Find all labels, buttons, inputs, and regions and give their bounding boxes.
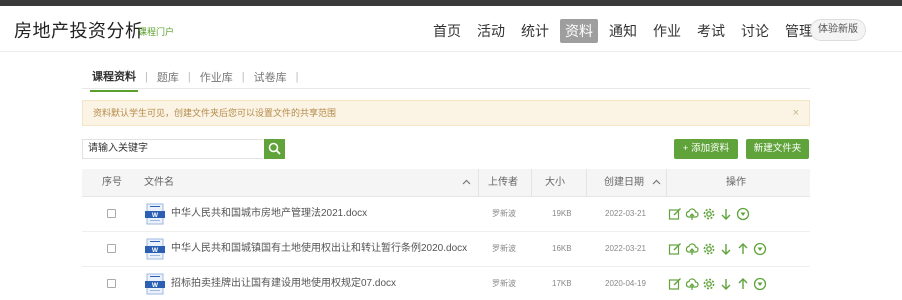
more-options-icon[interactable] — [753, 277, 767, 291]
more-options-icon[interactable] — [736, 207, 750, 221]
arrow-down-icon[interactable] — [719, 207, 733, 221]
gear-icon[interactable] — [702, 277, 716, 291]
col-index: 序号 — [102, 177, 122, 188]
col-created-date[interactable]: 创建日期 — [604, 169, 644, 197]
svg-text:W: W — [152, 282, 159, 289]
header: 房地产投资分析 课程门户 首页 活动 统计 资料 通知 作业 考试 讨论 管理 … — [0, 6, 902, 52]
tab-separator: | — [295, 71, 299, 83]
sort-up-icon[interactable] — [462, 178, 471, 187]
nav-homework[interactable]: 作业 — [648, 19, 686, 43]
search-button[interactable] — [264, 139, 285, 159]
col-divider — [586, 169, 587, 197]
main-nav: 首页 活动 统计 资料 通知 作业 考试 讨论 管理 — [428, 19, 824, 43]
new-folder-button[interactable]: 新建文件夹 — [746, 139, 809, 159]
cloud-upload-icon[interactable] — [685, 277, 699, 291]
file-name-link[interactable]: 招标拍卖挂牌出让国有建设用地使用权规定07.docx — [171, 267, 396, 300]
course-title[interactable]: 房地产投资分析 — [14, 17, 144, 43]
edit-icon[interactable] — [668, 207, 682, 221]
row-checkbox[interactable] — [107, 279, 116, 288]
word-doc-icon: W — [145, 238, 165, 260]
row-actions — [668, 197, 750, 231]
gear-icon[interactable] — [702, 242, 716, 256]
col-divider — [531, 169, 532, 197]
table-header: 序号 文件名 上传者 大小 创建日期 操作 — [82, 169, 810, 197]
add-material-button[interactable]: + 添加资料 — [674, 139, 738, 159]
col-divider — [478, 169, 479, 197]
col-uploader: 上传者 — [488, 177, 518, 188]
file-size: 17KB — [552, 279, 572, 288]
sort-up-icon[interactable] — [652, 178, 661, 187]
uploader: 罗新波 — [492, 244, 516, 253]
col-actions: 操作 — [726, 177, 746, 188]
nav-discussion[interactable]: 讨论 — [736, 19, 774, 43]
arrow-up-icon[interactable] — [736, 242, 750, 256]
subtabs-divider — [82, 88, 810, 89]
created-date: 2022-03-21 — [605, 209, 646, 218]
nav-home[interactable]: 首页 — [428, 19, 466, 43]
arrow-down-icon[interactable] — [719, 242, 733, 256]
nav-statistics[interactable]: 统计 — [516, 19, 554, 43]
word-doc-icon: W — [145, 203, 165, 225]
cloud-upload-icon[interactable] — [685, 242, 699, 256]
row-actions — [668, 267, 767, 300]
tab-separator: | — [241, 71, 245, 83]
row-actions — [668, 232, 767, 266]
word-doc-icon: W — [145, 273, 165, 295]
notice-text: 资料默认学生可见，创建文件夹后您可以设置文件的共享范围 — [93, 108, 337, 118]
created-date: 2022-03-21 — [605, 244, 646, 253]
uploader: 罗新波 — [492, 279, 516, 288]
row-checkbox[interactable] — [107, 209, 116, 218]
col-filename[interactable]: 文件名 — [144, 169, 174, 197]
materials-table: 序号 文件名 上传者 大小 创建日期 操作 W 中华人民共和国城市房地产管理法2… — [82, 169, 810, 300]
file-size: 16KB — [552, 244, 572, 253]
edit-icon[interactable] — [668, 242, 682, 256]
nav-activity[interactable]: 活动 — [472, 19, 510, 43]
file-size: 19KB — [552, 209, 572, 218]
tab-separator: | — [187, 71, 191, 83]
edit-icon[interactable] — [668, 277, 682, 291]
table-row: W 中华人民共和国城市房地产管理法2021.docx 罗新波 19KB 2022… — [82, 197, 810, 232]
nav-exams[interactable]: 考试 — [692, 19, 730, 43]
cloud-upload-icon[interactable] — [685, 207, 699, 221]
arrow-up-icon[interactable] — [736, 277, 750, 291]
file-name-link[interactable]: 中华人民共和国城市房地产管理法2021.docx — [171, 197, 367, 231]
created-date: 2020-04-19 — [605, 279, 646, 288]
col-divider — [666, 169, 667, 197]
search-icon — [268, 142, 281, 155]
arrow-down-icon[interactable] — [719, 277, 733, 291]
tab-separator: | — [145, 71, 148, 83]
course-portal-link[interactable]: 课程门户 — [138, 25, 174, 38]
file-name-link[interactable]: 中华人民共和国城镇国有土地使用权出让和转让暂行条例2020.docx — [171, 232, 467, 266]
notice-banner: 资料默认学生可见，创建文件夹后您可以设置文件的共享范围 × — [82, 100, 810, 126]
row-checkbox[interactable] — [107, 244, 116, 253]
nav-notifications[interactable]: 通知 — [604, 19, 642, 43]
table-row: W 招标拍卖挂牌出让国有建设用地使用权规定07.docx 罗新波 17KB 20… — [82, 267, 810, 300]
try-new-version-button[interactable]: 体验新版 — [810, 19, 866, 41]
nav-materials[interactable]: 资料 — [560, 19, 598, 43]
gear-icon[interactable] — [702, 207, 716, 221]
svg-text:W: W — [152, 212, 159, 219]
svg-text:W: W — [152, 247, 159, 254]
more-options-icon[interactable] — [753, 242, 767, 256]
col-size: 大小 — [545, 177, 565, 188]
search-input[interactable]: 请输入关键字 — [82, 139, 263, 159]
uploader: 罗新波 — [492, 209, 516, 218]
table-row: W 中华人民共和国城镇国有土地使用权出让和转让暂行条例2020.docx 罗新波… — [82, 232, 810, 267]
close-icon[interactable]: × — [793, 101, 799, 125]
